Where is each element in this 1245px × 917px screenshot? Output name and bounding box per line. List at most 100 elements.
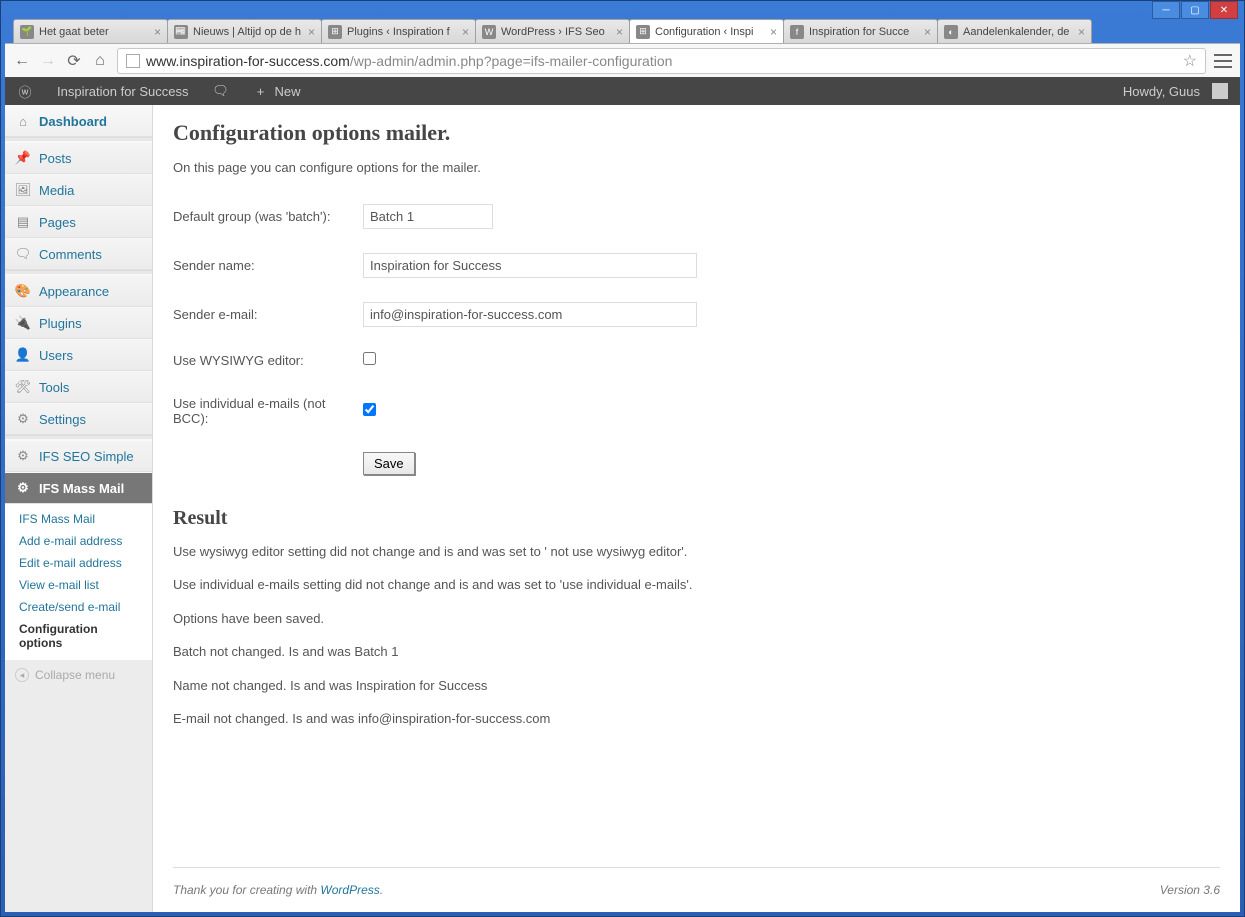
page-icon [126,54,140,68]
tab-close-icon[interactable]: × [308,25,315,39]
tab-title: Plugins ‹ Inspiration f [347,26,450,38]
browser-tab[interactable]: ⊞ Configuration ‹ Inspi × [629,19,784,43]
menu-users[interactable]: 👤Users [5,339,152,371]
menu-posts[interactable]: 📌Posts [5,142,152,174]
tab-close-icon[interactable]: × [154,25,161,39]
comment-icon: 🗨 [15,246,31,262]
back-button[interactable]: ← [13,52,31,70]
tab-close-icon[interactable]: × [616,25,623,39]
reload-button[interactable]: ⟳ [65,52,83,70]
browser-toolbar: ← → ⟳ ⌂ www.inspiration-for-success.com/… [5,43,1240,77]
submenu-ifs-mass-mail: IFS Mass Mail Add e-mail address Edit e-… [5,504,152,660]
forward-button[interactable]: → [39,52,57,70]
tab-title: Inspiration for Succe [809,26,909,38]
users-icon: 👤 [15,347,31,363]
submenu-view-list[interactable]: View e-mail list [5,574,152,596]
submenu-config-options[interactable]: Configuration options [5,618,152,654]
bookmark-star-icon[interactable]: ☆ [1183,51,1197,71]
result-line: Name not changed. Is and was Inspiration… [173,676,1220,696]
browser-tab-strip: 🌱 Het gaat beter × 📰 Nieuws | Altijd op de h… [13,19,1124,43]
tab-title: WordPress › IFS Seo [501,26,605,38]
input-sender-name[interactable] [363,253,697,278]
submenu-create-send[interactable]: Create/send e-mail [5,596,152,618]
favicon-icon: 📰 [174,25,188,39]
tab-title: Configuration ‹ Inspi [655,26,753,38]
admin-sidebar: ⌂Dashboard 📌Posts 🖼Media ▤Pages 🗨Comment… [5,105,153,912]
tab-close-icon[interactable]: × [462,25,469,39]
result-line: Batch not changed. Is and was Batch 1 [173,642,1220,662]
browser-tab[interactable]: f Inspiration for Succe × [783,19,938,43]
my-account-menu[interactable]: Howdy, Guus [1111,77,1240,105]
menu-appearance[interactable]: 🎨Appearance [5,275,152,307]
submenu-mass-mail[interactable]: IFS Mass Mail [5,508,152,530]
tab-close-icon[interactable]: × [924,25,931,39]
result-line: Use individual e-mails setting did not c… [173,575,1220,595]
new-content-menu[interactable]: +New [241,77,313,105]
page-intro: On this page you can configure options f… [173,158,1220,178]
wordpress-icon: ⓦ [17,83,33,99]
browser-tab[interactable]: W WordPress › IFS Seo × [475,19,630,43]
page-icon: ▤ [15,214,31,230]
browser-tab[interactable]: ◐Aandelenkalender, de× [937,19,1092,43]
admin-footer: Thank you for creating with WordPress. V… [173,867,1220,912]
footer-thanks: Thank you for creating with WordPress. [173,883,383,897]
label-sender-email: Sender e-mail: [173,290,363,339]
favicon-icon: W [482,25,496,39]
media-icon: 🖼 [15,182,31,198]
wp-logo-menu[interactable]: ⓦ [5,77,45,105]
url-path: /wp-admin/admin.php?page=ifs-mailer-conf… [350,53,673,69]
site-name-menu[interactable]: Inspiration for Success [45,77,201,105]
dashboard-icon: ⌂ [15,113,31,129]
tab-close-icon[interactable]: × [1078,25,1085,39]
tab-title: Nieuws | Altijd op de h [193,26,301,38]
input-default-group[interactable] [363,204,493,229]
favicon-icon: ⊞ [636,25,650,39]
submenu-add-email[interactable]: Add e-mail address [5,530,152,552]
menu-ifs-seo[interactable]: ⚙IFS SEO Simple [5,440,152,472]
favicon-icon: 🌱 [20,25,34,39]
close-window-button[interactable]: ✕ [1210,1,1238,19]
submenu-edit-email[interactable]: Edit e-mail address [5,552,152,574]
result-line: Use wysiwyg editor setting did not chang… [173,542,1220,562]
label-wysiwyg: Use WYSIWYG editor: [173,339,363,382]
result-line: Options have been saved. [173,609,1220,629]
gear-icon: ⚙ [15,448,31,464]
menu-media[interactable]: 🖼Media [5,174,152,206]
menu-pages[interactable]: ▤Pages [5,206,152,238]
checkbox-individual[interactable] [363,403,376,416]
tab-title: Het gaat beter [39,26,109,38]
browser-tab[interactable]: 🌱 Het gaat beter × [13,19,168,43]
maximize-button[interactable]: ▢ [1181,1,1209,19]
menu-ifs-mass-mail[interactable]: ⚙IFS Mass Mail [5,472,152,504]
tools-icon: 🛠 [15,379,31,395]
input-sender-email[interactable] [363,302,697,327]
browser-tab[interactable]: ⊞ Plugins ‹ Inspiration f × [321,19,476,43]
page-title: Configuration options mailer. [173,120,1220,146]
home-button[interactable]: ⌂ [91,52,109,70]
tab-close-icon[interactable]: × [770,25,777,39]
save-button[interactable]: Save [363,452,415,475]
menu-plugins[interactable]: 🔌Plugins [5,307,152,339]
wp-admin-bar: ⓦ Inspiration for Success 🗨 +New Howdy, … [5,77,1240,105]
result-line: E-mail not changed. Is and was info@insp… [173,709,1220,729]
tab-title: Aandelenkalender, de [963,26,1069,38]
avatar-icon [1212,83,1228,99]
favicon-icon: ⊞ [328,25,342,39]
footer-version: Version 3.6 [1160,883,1220,897]
menu-dashboard[interactable]: ⌂Dashboard [5,105,152,137]
menu-comments[interactable]: 🗨Comments [5,238,152,270]
checkbox-wysiwyg[interactable] [363,352,376,365]
browser-menu-button[interactable] [1214,52,1232,70]
collapse-menu[interactable]: ◂Collapse menu [5,660,152,690]
wordpress-link[interactable]: WordPress [320,883,379,897]
address-bar[interactable]: www.inspiration-for-success.com/wp-admin… [117,48,1206,74]
minimize-button[interactable]: ─ [1152,1,1180,19]
menu-tools[interactable]: 🛠Tools [5,371,152,403]
browser-tab[interactable]: 📰 Nieuws | Altijd op de h × [167,19,322,43]
menu-settings[interactable]: ⚙Settings [5,403,152,435]
comments-menu[interactable]: 🗨 [201,77,241,105]
label-sender-name: Sender name: [173,241,363,290]
favicon-icon: f [790,25,804,39]
label-default-group: Default group (was 'batch'): [173,192,363,241]
pin-icon: 📌 [15,150,31,166]
